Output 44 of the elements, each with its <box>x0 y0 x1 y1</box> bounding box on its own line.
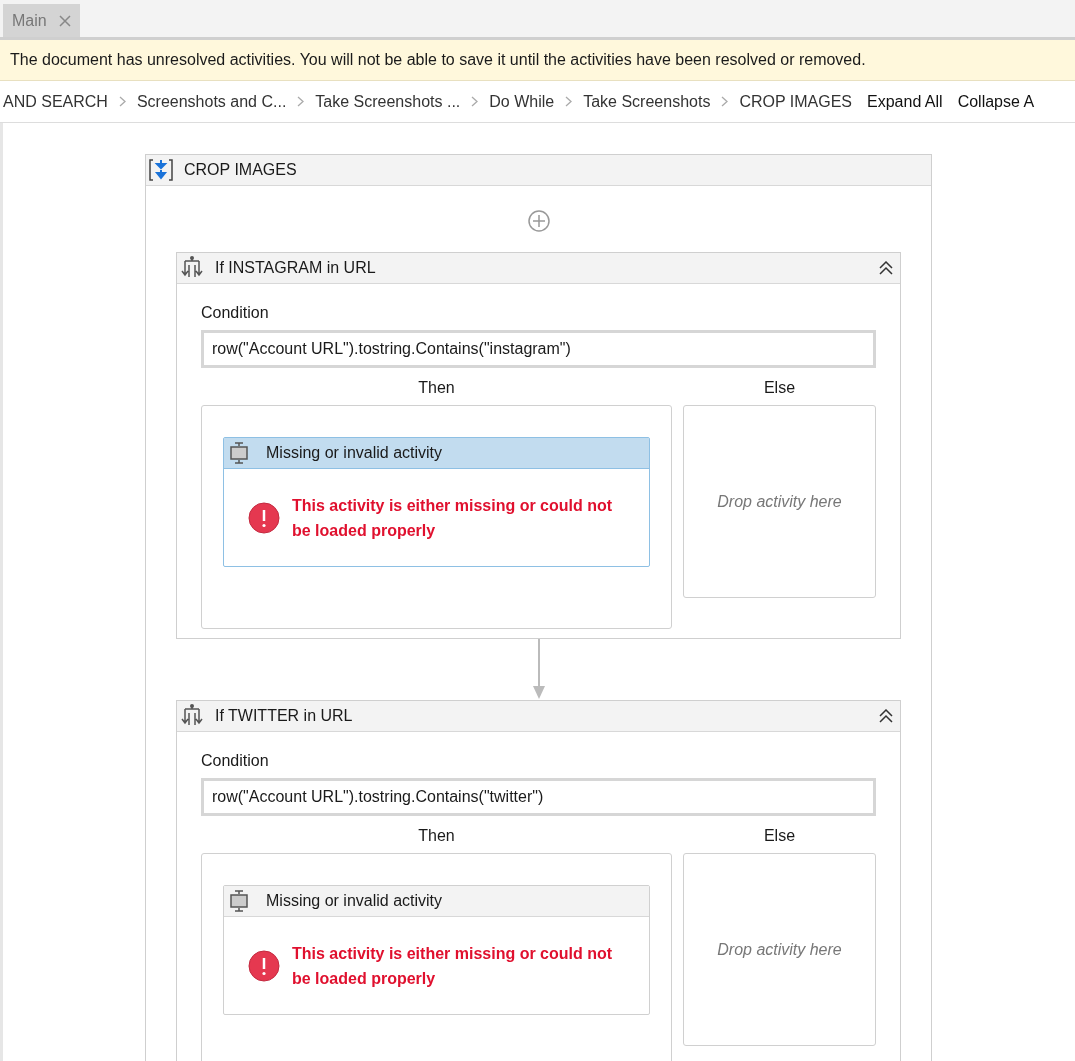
chevron-icon <box>471 96 479 107</box>
if-activity-card[interactable]: If TWITTER in URL Condition row("Account URL").tostring.Contains("twitter") Then Else Missing or invalid activity This activity is either missing or could not be loaded properly Drop activity here <box>176 700 901 1061</box>
breadcrumb-link[interactable]: AND SEARCH <box>3 92 108 111</box>
chevron-icon <box>721 96 729 107</box>
breadcrumb-link[interactable]: CROP IMAGES <box>739 92 852 111</box>
connector-arrow <box>531 639 546 700</box>
condition-field[interactable]: row("Account URL").tostring.Contains("instagram") <box>201 330 876 368</box>
missing-activity-card[interactable]: Missing or invalid activity This activity is either missing or could not be loaded properly <box>223 437 650 567</box>
drop-hint: Drop activity here <box>717 940 842 959</box>
breadcrumb-link[interactable]: Screenshots and C... <box>136 92 287 111</box>
condition-field[interactable]: row("Account URL").tostring.Contains("twitter") <box>201 778 876 816</box>
activity-icon <box>228 890 250 912</box>
chevron-icon <box>118 96 126 107</box>
error-icon <box>248 501 280 534</box>
chevron-icon <box>565 96 573 107</box>
activity-title: If INSTAGRAM in URL <box>215 259 376 277</box>
breadcrumb-action[interactable]: Expand All <box>867 92 943 111</box>
activity-title: Missing or invalid activity <box>266 892 443 910</box>
missing-activity-card[interactable]: Missing or invalid activity This activity is either missing or could not be loaded properly <box>223 885 650 1015</box>
breadcrumb-link[interactable]: Do While <box>489 92 555 111</box>
error-icon <box>248 949 280 982</box>
breadcrumb-link[interactable]: Take Screenshots ... <box>315 92 461 111</box>
breadcrumb-link[interactable]: Take Screenshots <box>583 92 711 111</box>
drop-hint: Drop activity here <box>717 492 842 511</box>
if-activity-card[interactable]: If INSTAGRAM in URL Condition row("Account URL").tostring.Contains("instagram") Then Else Missing or invalid activity This activity is either missing or could not be loaded properly Drop activity here <box>176 252 901 639</box>
activity-title: Missing or invalid activity <box>266 444 443 462</box>
condition-label: Condition <box>201 304 269 322</box>
else-label: Else <box>763 379 796 397</box>
error-message: This activity is either missing or could not be loaded properly <box>292 495 614 541</box>
condition-label: Condition <box>201 752 269 770</box>
collapse-icon[interactable] <box>878 261 894 275</box>
add-icon[interactable] <box>526 209 551 233</box>
sequence-title: CROP IMAGES <box>184 161 297 179</box>
then-label: Then <box>418 827 455 845</box>
activity-icon <box>228 442 250 464</box>
sequence-icon <box>148 158 174 182</box>
activity-title: If TWITTER in URL <box>215 707 353 725</box>
warning-text: The document has unresolved activities. You will not be able to save it until the activities have been resolved or removed. <box>10 51 866 69</box>
breadcrumb-action[interactable]: Collapse A <box>957 92 1035 111</box>
chevron-icon <box>297 96 305 107</box>
collapse-icon[interactable] <box>878 709 894 723</box>
else-label: Else <box>763 827 796 845</box>
then-label: Then <box>418 379 455 397</box>
error-message: This activity is either missing or could not be loaded properly <box>292 943 614 989</box>
